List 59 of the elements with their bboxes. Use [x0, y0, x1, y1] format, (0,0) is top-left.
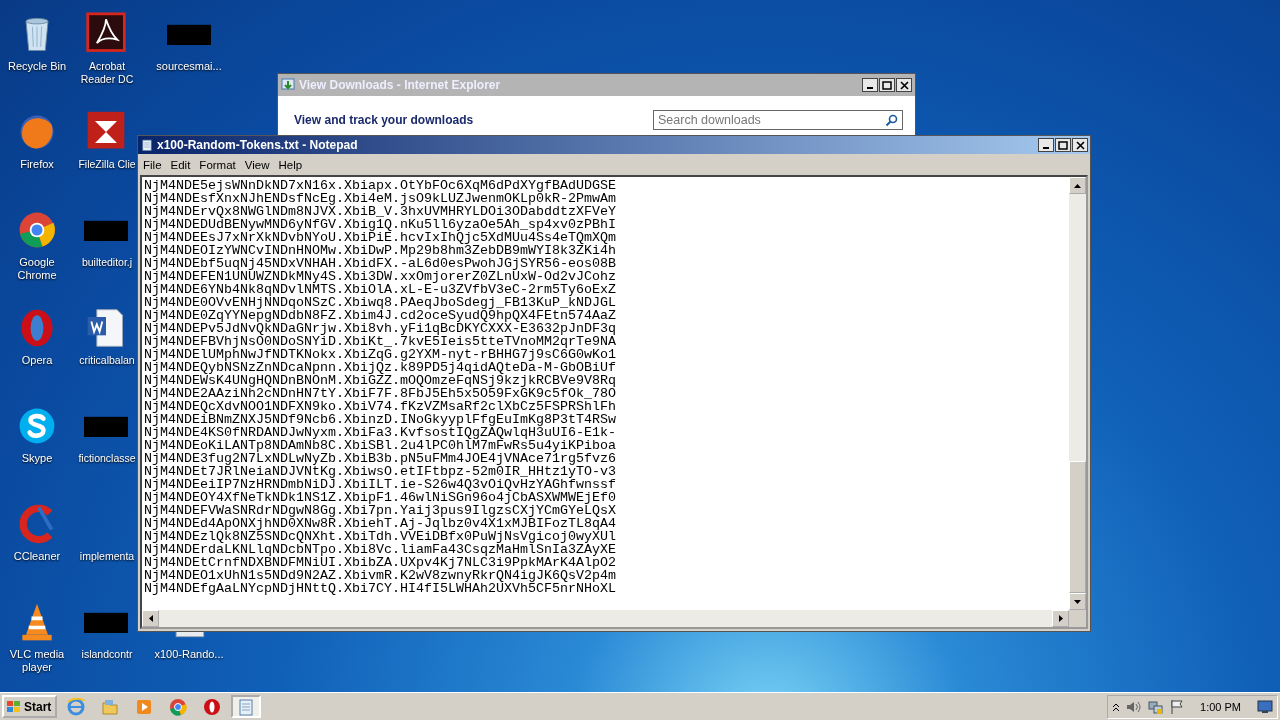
text-line: NjM4NDErvQx8NWGlNDm8NJVX.XbiB_V.3hxUVMHRYLDOi3ODabddtzXFVeY: [144, 205, 617, 218]
text-line: NjM4NDEbf5uqNj45NDxVNHAH.XbidFX.-aL6d0esPwohJGjSYR56-eos08B: [144, 257, 617, 270]
menu-item[interactable]: View: [241, 158, 276, 171]
clock[interactable]: 1:00 PM: [1190, 700, 1251, 713]
desktop-icon-label[interactable]: sourcesmai...: [156, 60, 222, 73]
desktop-icon-label[interactable]: Recycle Bin: [7, 60, 67, 73]
search-field[interactable]: Search downloads: [653, 110, 903, 130]
downloads-heading: View and track your downloads: [294, 113, 474, 127]
desktop-icon-label[interactable]: CCleaner: [13, 550, 61, 563]
text-line: NjM4NDEFBVhjNsO0NDoSNYiD.XbiKt_.7kvE5Ieis5tteTVnoMM2qrTe9NA: [144, 335, 617, 348]
desktop-icon-label[interactable]: FileZilla Clie: [76, 158, 138, 171]
menu-item[interactable]: File: [140, 158, 168, 171]
menu-item[interactable]: Edit: [167, 158, 197, 171]
text-line: NjM4NDEeiIP7NzHRNDmbNiDJ.XbiILT.ie-S26w4Q3vOiQvHzYAGhfwnssf: [144, 478, 617, 491]
text-line: NjM4NDE6YNb4Nk8qNDvlNMTS.XbiOlA.xL-E-u3ZVfbV3eC-2rm5Ty6oExZ: [144, 283, 617, 296]
text-line: NjM4NDEOIzYWNCvINDnHNOMw.XbiDwP.Mp29b8hm3ZebDB9mWYI8k3ZKi4h: [144, 244, 617, 257]
menu-item[interactable]: Format: [196, 158, 242, 171]
text-line: NjM4NDEEsJ7xNrXkNDvbNYoU.XbiPiE.hcvIxIhQjc5XdMUu4Ss4eTQmXQm: [144, 231, 617, 244]
text-line: NjM4NDE5ejsWNnDkND7xN16x.Xbiapx.OtYbFOc6XqM6dPdXYgfBAdUDGSE: [144, 179, 617, 192]
text-line: NjM4NDEsfXnxNJhENDsfNcEg.Xbi4eM.jsO9kLUZJwenmOKLp0kR-2PmwAm: [144, 192, 617, 205]
text-line: NjM4NDErdaLKNLlqNDcbNTpo.Xbi8Vc.liamFa43CsqzMaHmlSnIa3ZAyXE: [144, 543, 617, 556]
text-line: NjM4NDEWsK4UNgHQNDnBNOnM.XbiGZZ.mOQOmzeFqNSj9kzjkRCBVe9V8Rq: [144, 374, 617, 387]
desktop-icon-label[interactable]: builteditor.j: [76, 256, 138, 269]
text-line: NjM4NDEzlQk8NZ5SNDcQNXht.XbiTdh.VVEiDBfx0PuWjNsVgicoj0wyXUl: [144, 530, 617, 543]
desktop-icon-label[interactable]: Skype: [21, 452, 53, 465]
desktop-icon-label[interactable]: implementa: [76, 550, 138, 563]
menu-item[interactable]: Help: [275, 158, 309, 171]
text-line: NjM4NDEfgAaLNYcpNDjHNttQ.Xbi7CY.HI4fI5LWHAh2UXVh5CF5nrNHoXL: [144, 582, 617, 595]
text-line: NjM4NDEFEN1UNUWZNDkMNy4S.Xbi3DW.xxOmjorerZ0ZLnUxW-Od2vJCohz: [144, 270, 617, 283]
desktop-icon-label[interactable]: Google Chrome: [0, 256, 74, 282]
text-line: NjM4NDEt7JRlNeiaNDJVNtKg.XbiwsO.etIFtbpz-52m0IR_HHtz1yTO-v3: [144, 465, 617, 478]
text-line: NjM4NDEPv5JdNvQkNDaGNrjw.Xbi8vh.yFi1qBcDKYCXXX-E3632pJnDF3q: [144, 322, 617, 335]
desktop-icon-label[interactable]: VLC media player: [0, 648, 74, 674]
desktop-icon-label[interactable]: criticalbalan: [76, 354, 138, 367]
text-line: NjM4NDElUMphNwJfNDTKNokx.XbiZqG.g2YXM-nyt-rBHHG7j9sC6G0wKo1: [144, 348, 617, 361]
desktop-icon-label[interactable]: Firefox: [20, 158, 54, 171]
window-title: x100-Random-Tokens.txt - Notepad: [157, 138, 358, 152]
text-line: NjM4NDEDUdBENywMND6yNfGV.Xbig1Q.nKu5ll6yzaOe5Ah_sp4xv0zPBhI: [144, 218, 617, 231]
desktop-icon-label[interactable]: Opera: [21, 354, 53, 367]
window-title: View Downloads - Internet Explorer: [299, 78, 501, 92]
desktop-icon-label[interactable]: x100-Rando...: [154, 648, 224, 661]
text-line: NjM4NDEQybNSNzZnNDcaNpnn.XbijQz.k89PD5j4qidAQteDa-M-GbOBiUf: [144, 361, 617, 374]
text-line: NjM4NDE4KS0fNRDANDJwNyxm.XbiFa3.KvfsostIQgZAQwlqH3uUI6-E1k-: [144, 426, 617, 439]
text-line: NjM4NDEFVWaSNRdrNDgwN8Gg.Xbi7pn.Yaij3pus9IlgzsCXjYCmGYeLQsX: [144, 504, 617, 517]
text-line: NjM4NDEQcXdvNOO1NDFXN9ko.XbiV74.fKzVZMsaRf2clXbCz5FSPRShlFh: [144, 400, 617, 413]
desktop-icon-label[interactable]: islandcontr: [76, 648, 138, 661]
text-line: NjM4NDE0ZqYYNepgNDdbN8FZ.Xbim4J.cd2oceSyudQ9hpQX4FEtn574AaZ: [144, 309, 617, 322]
start-button[interactable]: Start: [2, 695, 58, 718]
desktop-icon-label[interactable]: Acrobat Reader DC: [76, 60, 138, 86]
desktop-icon-label[interactable]: fictionclasse: [76, 452, 138, 465]
text-line: NjM4NDEOY4XfNeTkNDk1NS1Z.XbipF1.46wlNiSGn96o4jCbASXWMWEjEf0: [144, 491, 617, 504]
text-line: NjM4NDEtCrnfNDXBNDFMNiUI.XbibZA.UXpv4Kj7NLC3i9PpkMArK4AlpO2: [144, 556, 617, 569]
text-line: NjM4NDEO1xUhN1s5NDd9N2AZ.XbivmR.K2wV8zwnyRkrQN4igJK6QsV2p4m: [144, 569, 617, 582]
text-line: NjM4NDEd4ApONXjhND0XNw8R.XbiehT.Aj-Jqlbz0v4X1xMJBIFozTL8qA4: [144, 517, 617, 530]
text-line: NjM4NDEiBNmZNXJ5NDf9Ncb6.XbinzD.INoGkyyplFfgEuImKg8P3tT4RSw: [144, 413, 617, 426]
text-line: NjM4NDE3fug2N7LxNDLwNyZb.XbiB3b.pN5uFMm4JOE4jVNAce71rg5fvz6: [144, 452, 617, 465]
text-line: NjM4NDE0OVvENHjNNDqoNSzC.Xbiwq8.PAeqJboSdegj_FB13KuP_kNDJGL: [144, 296, 617, 309]
text-line: NjM4NDE2AAziNh2cNDnHN7tY.XbiF7F.8FbJ5Eh5x5O59FxGK9c5fOk_78O: [144, 387, 617, 400]
text-line: NjM4NDEoKiLANTp8NDAmNb8C.XbiSBl.2u4lPC0hlM7mFwRs5u4yiKPiboa: [144, 439, 617, 452]
